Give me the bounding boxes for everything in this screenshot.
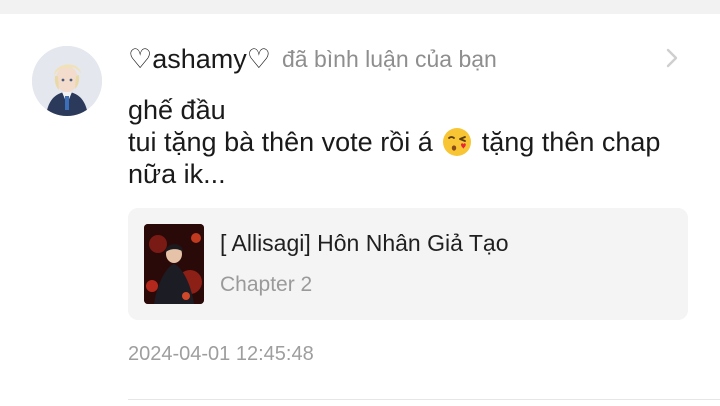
story-cover-image <box>144 224 204 304</box>
story-card[interactable]: [ Allisagi] Hôn Nhân Giả Tạo Chapter 2 <box>128 208 688 320</box>
avatar-image <box>32 46 102 116</box>
username[interactable]: ♡ashamy♡ <box>128 42 271 76</box>
divider <box>128 399 720 400</box>
chevron-right-icon[interactable] <box>658 44 686 72</box>
comment-line: tui tặng bà thên vote rồi á tặng thên ch… <box>128 126 698 158</box>
top-bar <box>0 0 720 14</box>
comment-line: nữa ik... <box>128 159 226 189</box>
action-text: đã bình luận của bạn <box>282 46 497 72</box>
avatar[interactable] <box>32 46 102 116</box>
face-blowing-kiss-icon <box>442 127 472 157</box>
story-title: [ Allisagi] Hôn Nhân Giả Tạo <box>220 230 509 256</box>
comment-line: ghế đầu <box>128 95 226 125</box>
comment-line-part: tặng thên chap <box>481 127 661 157</box>
comment-line-part: tui tặng bà thên vote rồi á <box>128 127 433 157</box>
comment-text: ghế đầu tui tặng bà thên vote rồi á tặng… <box>128 94 698 190</box>
timestamp: 2024-04-01 12:45:48 <box>128 343 314 365</box>
chapter-label: Chapter 2 <box>220 273 313 296</box>
